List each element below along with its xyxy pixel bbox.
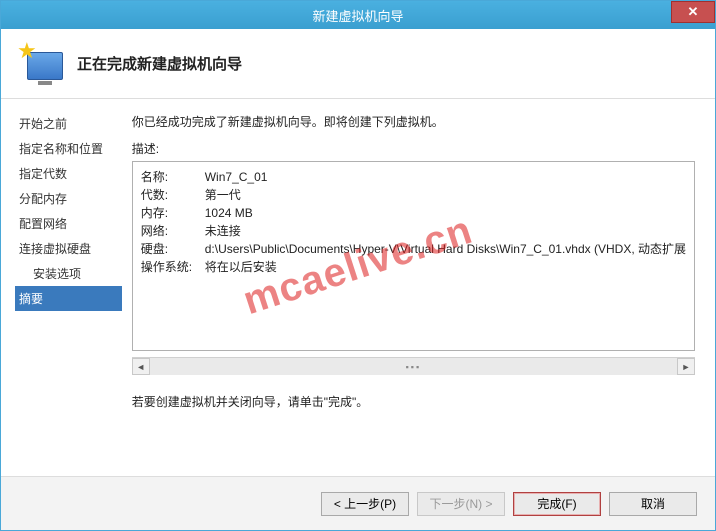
- titlebar: 新建虚拟机向导 ✕: [1, 1, 715, 29]
- sidebar-item-1[interactable]: 指定名称和位置: [19, 136, 122, 161]
- content-area: 开始之前指定名称和位置指定代数分配内存配置网络连接虚拟硬盘安装选项摘要 你已经成…: [1, 99, 715, 476]
- intro-text: 你已经成功完成了新建虚拟机向导。即将创建下列虚拟机。: [132, 113, 695, 130]
- cancel-button[interactable]: 取消: [609, 492, 697, 516]
- scroll-right-button[interactable]: ►: [677, 358, 695, 375]
- scroll-track[interactable]: ▪▪▪: [150, 358, 677, 375]
- sidebar-item-7[interactable]: 摘要: [15, 286, 122, 311]
- page-title: 正在完成新建虚拟机向导: [77, 53, 242, 74]
- sidebar-item-4[interactable]: 配置网络: [19, 211, 122, 236]
- wizard-footer: < 上一步(P) 下一步(N) > 完成(F) 取消: [1, 476, 715, 530]
- summary-row: 操作系统:将在以后安装: [141, 258, 686, 276]
- sidebar-item-2[interactable]: 指定代数: [19, 161, 122, 186]
- summary-key: 网络:: [141, 222, 205, 240]
- horizontal-scrollbar[interactable]: ◄ ▪▪▪ ►: [132, 357, 695, 375]
- close-icon: ✕: [688, 4, 699, 20]
- sidebar-item-3[interactable]: 分配内存: [19, 186, 122, 211]
- summary-value: Win7_C_01: [205, 168, 686, 186]
- summary-box: 名称:Win7_C_01代数:第一代内存:1024 MB网络:未连接硬盘:d:\…: [132, 161, 695, 351]
- summary-row: 网络:未连接: [141, 222, 686, 240]
- summary-key: 代数:: [141, 186, 205, 204]
- next-button: 下一步(N) >: [417, 492, 505, 516]
- summary-value: d:\Users\Public\Documents\Hyper-V\Virtua…: [205, 240, 686, 258]
- summary-row: 内存:1024 MB: [141, 204, 686, 222]
- summary-value: 将在以后安装: [205, 258, 686, 276]
- summary-row: 代数:第一代: [141, 186, 686, 204]
- close-button[interactable]: ✕: [671, 1, 715, 23]
- wizard-header: ★ 正在完成新建虚拟机向导: [1, 29, 715, 99]
- summary-key: 名称:: [141, 168, 205, 186]
- hint-text: 若要创建虚拟机并关闭向导，请单击"完成"。: [132, 393, 695, 410]
- wizard-sidebar: 开始之前指定名称和位置指定代数分配内存配置网络连接虚拟硬盘安装选项摘要: [1, 99, 122, 476]
- summary-value: 第一代: [205, 186, 686, 204]
- wizard-icon: ★: [19, 42, 63, 86]
- summary-key: 内存:: [141, 204, 205, 222]
- window-title: 新建虚拟机向导: [1, 6, 715, 25]
- sidebar-item-5[interactable]: 连接虚拟硬盘: [19, 236, 122, 261]
- summary-value: 未连接: [205, 222, 686, 240]
- finish-button[interactable]: 完成(F): [513, 492, 601, 516]
- summary-row: 名称:Win7_C_01: [141, 168, 686, 186]
- description-label: 描述:: [132, 140, 695, 157]
- summary-row: 硬盘:d:\Users\Public\Documents\Hyper-V\Vir…: [141, 240, 686, 258]
- prev-button[interactable]: < 上一步(P): [321, 492, 409, 516]
- summary-key: 硬盘:: [141, 240, 205, 258]
- summary-key: 操作系统:: [141, 258, 205, 276]
- sidebar-item-6[interactable]: 安装选项: [19, 261, 122, 286]
- summary-value: 1024 MB: [205, 204, 686, 222]
- main-panel: 你已经成功完成了新建虚拟机向导。即将创建下列虚拟机。 描述: 名称:Win7_C…: [122, 99, 715, 476]
- scroll-left-button[interactable]: ◄: [132, 358, 150, 375]
- sidebar-item-0[interactable]: 开始之前: [19, 111, 122, 136]
